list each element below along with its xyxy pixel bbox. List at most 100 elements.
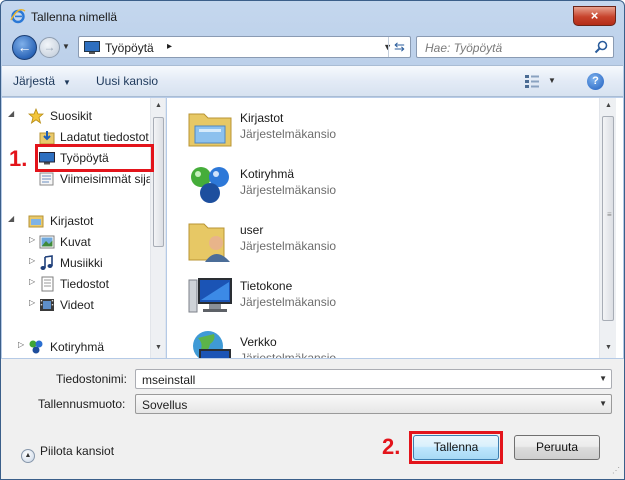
refresh-button[interactable]: ⇆ — [388, 37, 410, 57]
file-item-libraries[interactable]: Kirjastot Järjestelmäkansio — [186, 104, 486, 156]
nav-label: Suosikit — [50, 109, 93, 123]
network-icon — [193, 331, 231, 358]
hide-folders-button[interactable]: ▲ Piilota kansiot — [21, 444, 114, 463]
star-icon — [28, 108, 44, 124]
pictures-icon — [39, 235, 55, 249]
address-bar[interactable]: Työpöytä ▸ ▼ ⇆ — [78, 36, 411, 58]
organize-button[interactable]: Järjestä ▼ — [13, 74, 71, 88]
title-bar: Tallenna nimellä × — [1, 1, 624, 31]
nav-label: Ladatut tiedostot — [60, 130, 149, 144]
search-input[interactable]: Hae: Työpöytä — [416, 36, 614, 58]
address-row: ← → ▼ Työpöytä ▸ ▼ ⇆ Hae: Työpöytä — [1, 33, 624, 61]
file-name: user — [240, 223, 264, 237]
scrollbar-thumb[interactable] — [153, 117, 164, 247]
step-2-label: 2. — [382, 434, 401, 459]
new-folder-button[interactable]: Uusi kansio — [96, 74, 158, 88]
save-type-dropdown-icon[interactable]: ▼ — [599, 399, 607, 408]
save-type-label: Tallennusmuoto: — [38, 397, 126, 411]
desktop-icon — [84, 41, 100, 54]
internet-explorer-icon — [10, 8, 26, 24]
file-list: Kirjastot Järjestelmäkansio Kotiryhmä Jä… — [167, 98, 623, 358]
nav-label: Videot — [60, 298, 94, 312]
organize-dropdown-icon: ▼ — [63, 78, 71, 87]
help-icon: ? — [592, 75, 599, 87]
navigation-scrollbar[interactable]: ▲ ▼ — [150, 98, 165, 358]
libraries-icon — [188, 113, 232, 147]
navigation-pane: ◢ Suosikit Ladatut tiedostot Työpöytä Vi… — [2, 98, 166, 358]
file-type: Järjestelmäkansio — [240, 295, 337, 309]
scrollbar-grip-icon: ≡ — [607, 210, 612, 219]
file-name: Verkko — [240, 335, 277, 349]
highlight-save — [409, 431, 503, 464]
address-location[interactable]: Työpöytä — [105, 41, 154, 55]
forward-button[interactable]: → — [39, 37, 60, 58]
refresh-icon: ⇆ — [394, 39, 405, 54]
file-item-network[interactable]: Verkko Järjestelmäkansio — [186, 328, 486, 358]
window-title: Tallenna nimellä — [31, 10, 118, 24]
back-button[interactable]: ← — [12, 35, 37, 60]
resize-grip-icon[interactable]: ⋰ — [612, 466, 620, 475]
collapse-up-icon: ▲ — [21, 449, 35, 463]
search-icon[interactable] — [594, 40, 608, 54]
user-folder-icon — [188, 223, 230, 262]
scroll-down-icon[interactable]: ▼ — [605, 344, 612, 351]
file-item-computer[interactable]: Tietokone Järjestelmäkansio — [186, 272, 486, 324]
file-item-user[interactable]: user Järjestelmäkansio — [186, 216, 486, 268]
filename-field[interactable]: mseinstall ▼ — [135, 369, 612, 389]
expand-icon[interactable]: ▷ — [29, 256, 35, 265]
organize-label: Järjestä — [13, 74, 56, 88]
nav-label: Musiikki — [60, 256, 103, 270]
nav-label: Kirjastot — [50, 214, 94, 228]
breadcrumb-chevron-icon[interactable]: ▸ — [167, 41, 172, 52]
help-button[interactable]: ? — [587, 73, 604, 90]
save-type-value: Sovellus — [142, 398, 188, 412]
search-placeholder: Hae: Työpöytä — [425, 41, 503, 55]
homegroup-icon — [191, 167, 229, 203]
save-as-dialog: Tallenna nimellä × ← → ▼ Työpöytä ▸ ▼ ⇆ … — [0, 0, 625, 480]
save-type-select[interactable]: Sovellus ▼ — [135, 394, 612, 414]
expand-icon[interactable]: ▷ — [29, 235, 35, 244]
file-type: Järjestelmäkansio — [240, 127, 337, 141]
libraries-icon — [28, 215, 44, 228]
collapse-icon[interactable]: ◢ — [8, 109, 14, 118]
collapse-icon[interactable]: ◢ — [8, 214, 14, 223]
hide-folders-label: Piilota kansiot — [40, 444, 115, 458]
documents-icon — [41, 276, 54, 292]
file-type: Järjestelmäkansio — [240, 239, 337, 253]
expand-icon[interactable]: ▷ — [29, 277, 35, 286]
scrollbar-thumb[interactable]: ≡ — [602, 116, 614, 321]
expand-icon[interactable]: ▷ — [18, 340, 24, 349]
nav-label: Kuvat — [60, 235, 91, 249]
change-view-icon[interactable] — [525, 75, 539, 88]
videos-icon — [40, 299, 54, 311]
file-type: Järjestelmäkansio — [240, 183, 337, 197]
homegroup-icon — [29, 340, 43, 354]
computer-icon — [188, 278, 232, 313]
nav-label: Kotiryhmä — [50, 340, 105, 354]
file-list-scrollbar[interactable]: ▲ ≡ ▼ — [599, 98, 616, 358]
file-item-homegroup[interactable]: Kotiryhmä Järjestelmäkansio — [186, 160, 486, 212]
filename-value[interactable]: mseinstall — [142, 373, 195, 387]
expand-icon[interactable]: ▷ — [29, 298, 35, 307]
close-button[interactable]: × — [573, 6, 616, 26]
command-bar: Järjestä ▼ Uusi kansio ▼ ? — [2, 65, 623, 97]
scroll-up-icon[interactable]: ▲ — [155, 102, 162, 109]
file-name: Tietokone — [240, 279, 293, 293]
scroll-up-icon[interactable]: ▲ — [605, 102, 612, 109]
music-icon — [40, 255, 53, 270]
file-type: Järjestelmäkansio — [240, 351, 337, 358]
history-dropdown-icon[interactable]: ▼ — [62, 42, 70, 51]
forward-arrow-icon: → — [43, 40, 56, 54]
filename-dropdown-icon[interactable]: ▼ — [599, 374, 607, 383]
cancel-button[interactable]: Peruuta — [514, 435, 600, 460]
highlight-desktop — [35, 144, 154, 172]
close-icon: × — [590, 8, 599, 23]
file-name: Kirjastot — [240, 111, 284, 125]
nav-label: Tiedostot — [60, 277, 109, 291]
downloads-folder-icon — [39, 131, 55, 145]
back-arrow-icon: ← — [17, 39, 32, 55]
step-1-label: 1. — [9, 146, 28, 171]
view-dropdown-icon[interactable]: ▼ — [548, 76, 556, 85]
recent-places-icon — [39, 172, 54, 186]
scroll-down-icon[interactable]: ▼ — [155, 344, 162, 351]
